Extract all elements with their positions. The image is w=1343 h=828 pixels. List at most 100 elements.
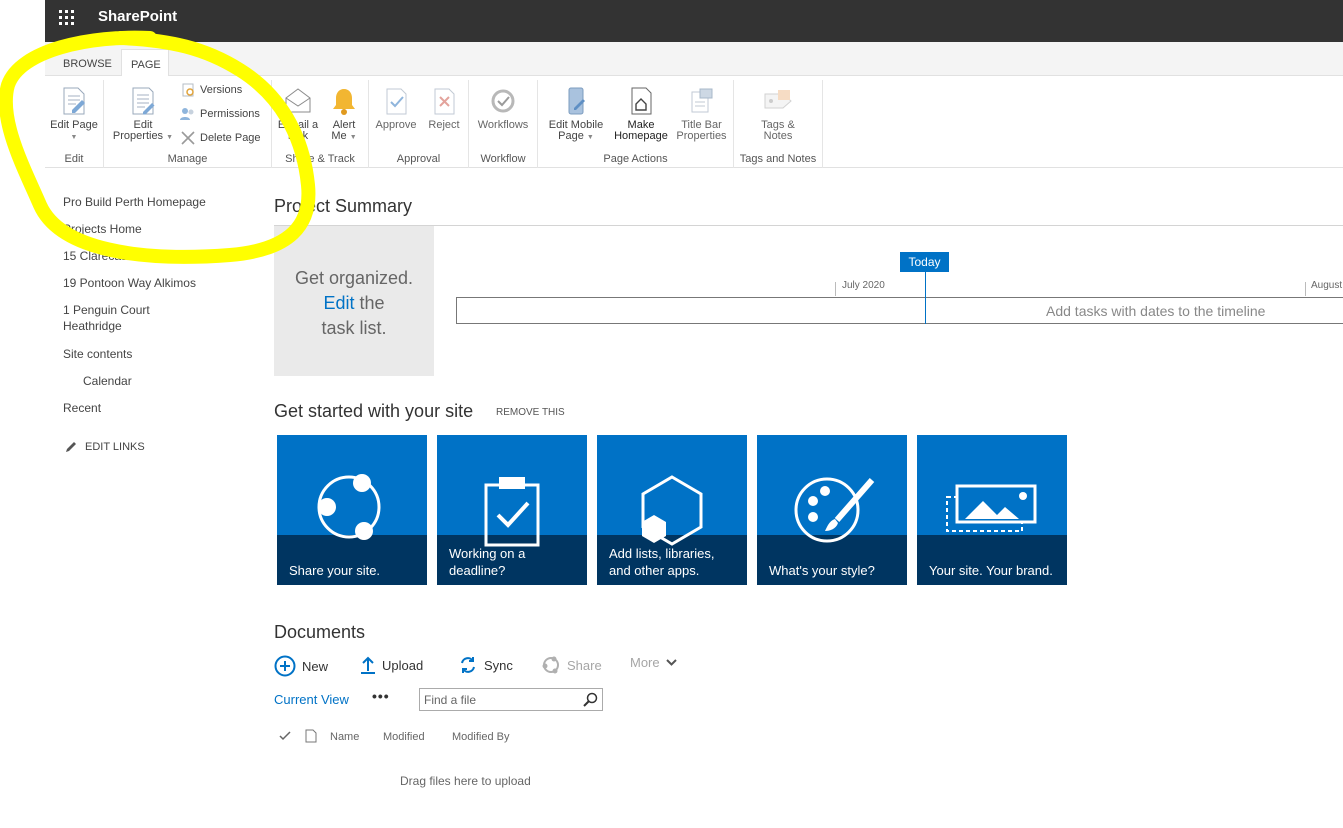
edit-mobile-page-button[interactable]: Edit Mobile Page ▼ <box>543 86 609 143</box>
sync-icon <box>461 657 475 673</box>
nav-item-site-contents[interactable]: Site contents <box>63 346 132 362</box>
ribbon-group-label: Workflow <box>480 153 526 165</box>
edit-page-label: Edit Page <box>50 119 98 131</box>
edit-properties-button[interactable]: Edit Properties ▼ <box>110 86 176 143</box>
new-label: New <box>302 658 329 674</box>
timeline-placeholder: Add tasks with dates to the timeline <box>1046 303 1266 319</box>
alert-me-button[interactable]: Alert Me ▼ <box>325 86 363 143</box>
nav-item-projects-home[interactable]: Projects Home <box>63 221 142 237</box>
tile-whats-your-style[interactable]: What's your style? <box>757 435 907 585</box>
edit-properties-icon <box>132 87 155 115</box>
edit-task-list-link[interactable]: Edit <box>323 293 354 313</box>
delete-page-button[interactable]: Delete Page <box>180 131 261 145</box>
tab-browse[interactable]: BROWSE <box>54 49 121 77</box>
workflows-button[interactable]: Workflows <box>473 86 533 131</box>
search-icon[interactable] <box>583 692 598 707</box>
tile-label: Share your site. <box>289 563 381 578</box>
tile-working-on-deadline[interactable]: Working on a deadline? <box>437 435 587 585</box>
column-header-modified-by[interactable]: Modified By <box>452 731 509 743</box>
title-bar-properties-label-line2: Properties <box>676 130 727 142</box>
email-link-label-line2: Link <box>287 130 309 142</box>
approve-button[interactable]: Approve <box>373 86 419 131</box>
mobile-page-icon <box>568 87 585 115</box>
new-document-button[interactable]: New <box>274 655 328 677</box>
current-view-selector[interactable]: Current View <box>274 692 349 707</box>
column-header-modified[interactable]: Modified <box>383 731 425 743</box>
project-summary-title: Project Summary <box>274 196 413 216</box>
alert-me-label-line2: Me <box>331 130 347 142</box>
chevron-down-icon: ▼ <box>70 134 78 141</box>
search-input[interactable] <box>424 692 579 708</box>
project-summary-divider <box>274 225 1343 226</box>
tile-label: What's your style? <box>769 563 875 578</box>
remove-this-link[interactable]: REMOVE THIS <box>496 407 565 418</box>
chevron-down-icon: ▼ <box>166 134 174 141</box>
nav-item-19-pontoon-way-alkimos[interactable]: 19 Pontoon Way Alkimos <box>63 275 196 291</box>
edit-links-button[interactable]: EDIT LINKS <box>65 440 145 453</box>
get-organized-text-task-list: task list. <box>321 318 387 338</box>
make-homepage-button[interactable]: Make Homepage <box>611 86 671 142</box>
share-label: Share <box>567 657 602 673</box>
get-organized-text: Get organized. <box>294 268 414 288</box>
reject-button[interactable]: Reject <box>424 86 464 131</box>
documents-title: Documents <box>274 622 366 642</box>
versions-button[interactable]: Versions <box>180 83 242 97</box>
permissions-button[interactable]: Permissions <box>180 107 260 121</box>
upload-arrow-icon <box>361 656 375 674</box>
tags-notes-label-line2: Notes <box>763 130 793 142</box>
tile-your-site-your-brand[interactable]: Your site. Your brand. <box>917 435 1067 585</box>
workflows-label: Workflows <box>477 119 529 131</box>
bell-icon <box>333 89 355 115</box>
get-started-title: Get started with your site <box>274 401 474 421</box>
app-launcher-icon[interactable] <box>45 0 89 36</box>
tile-share-your-site[interactable]: Share your site. <box>277 435 427 585</box>
tile-label: Your site. Your brand. <box>929 563 1053 578</box>
edit-page-button[interactable]: Edit Page ▼ <box>47 86 101 143</box>
timeline-month-label: August <box>1311 280 1343 291</box>
nav-item-calendar[interactable]: Calendar <box>83 373 132 389</box>
column-header-name[interactable]: Name <box>330 731 359 743</box>
more-label: More <box>630 655 660 670</box>
tab-page[interactable]: PAGE <box>121 49 169 77</box>
select-all-checkmark-icon[interactable] <box>279 731 291 744</box>
find-a-file-search <box>419 688 603 711</box>
ribbon-group-label: Page Actions <box>603 153 668 165</box>
plus-circle-icon <box>274 655 296 677</box>
timeline-month-label: July 2020 <box>842 280 885 291</box>
nav-item-15-clarecastle-retreat[interactable]: 15 Clarecastle Retreat <box>63 248 182 264</box>
email-link-button[interactable]: E-mail a Link <box>276 86 320 142</box>
nav-item-recent[interactable]: Recent <box>63 400 101 416</box>
approve-check-icon <box>386 88 407 115</box>
timeline-tick <box>835 282 836 296</box>
drag-files-hint: Drag files here to upload <box>400 774 531 788</box>
ribbon-group-label: Approval <box>396 153 441 165</box>
ribbon-group-label: Manage <box>167 153 208 165</box>
share-circle-icon <box>542 656 559 674</box>
tags-notes-button[interactable]: Tags & Notes <box>750 86 806 142</box>
edit-properties-label-line2: Properties <box>112 130 164 142</box>
permissions-icon <box>180 108 194 120</box>
sync-button[interactable]: Sync <box>458 655 513 675</box>
homepage-icon <box>631 87 652 115</box>
chevron-down-icon: ▼ <box>349 134 357 141</box>
share-button[interactable]: Share <box>541 655 602 675</box>
more-button[interactable]: More <box>630 655 677 670</box>
nav-item-pro-build-perth-homepage[interactable]: Pro Build Perth Homepage <box>63 194 206 210</box>
get-organized-text-the: the <box>354 293 385 313</box>
suite-bar <box>45 0 1343 42</box>
timeline-tick <box>1305 282 1306 296</box>
tile-label: Add lists, libraries, and other apps. <box>609 546 715 578</box>
view-options-ellipsis[interactable]: ••• <box>372 688 390 704</box>
upload-button[interactable]: Upload <box>360 655 423 675</box>
get-organized-panel: Get organized. Edit the task list. <box>274 226 434 376</box>
ribbon-group-label: Share & Track <box>285 153 355 165</box>
edit-mobile-page-label-line2: Page <box>558 130 584 142</box>
nav-item-1-penguin-court-heathridge[interactable]: 1 Penguin Court Heathridge <box>63 302 183 334</box>
suite-brand-title[interactable]: SharePoint <box>98 8 177 25</box>
tag-icon <box>764 90 792 109</box>
tile-add-lists-libraries[interactable]: Add lists, libraries, and other apps. <box>597 435 747 585</box>
edit-links-label: EDIT LINKS <box>85 440 145 453</box>
title-bar-properties-button[interactable]: Title Bar Properties <box>673 86 730 142</box>
chevron-down-icon <box>665 658 677 666</box>
today-line-inner <box>925 297 926 324</box>
